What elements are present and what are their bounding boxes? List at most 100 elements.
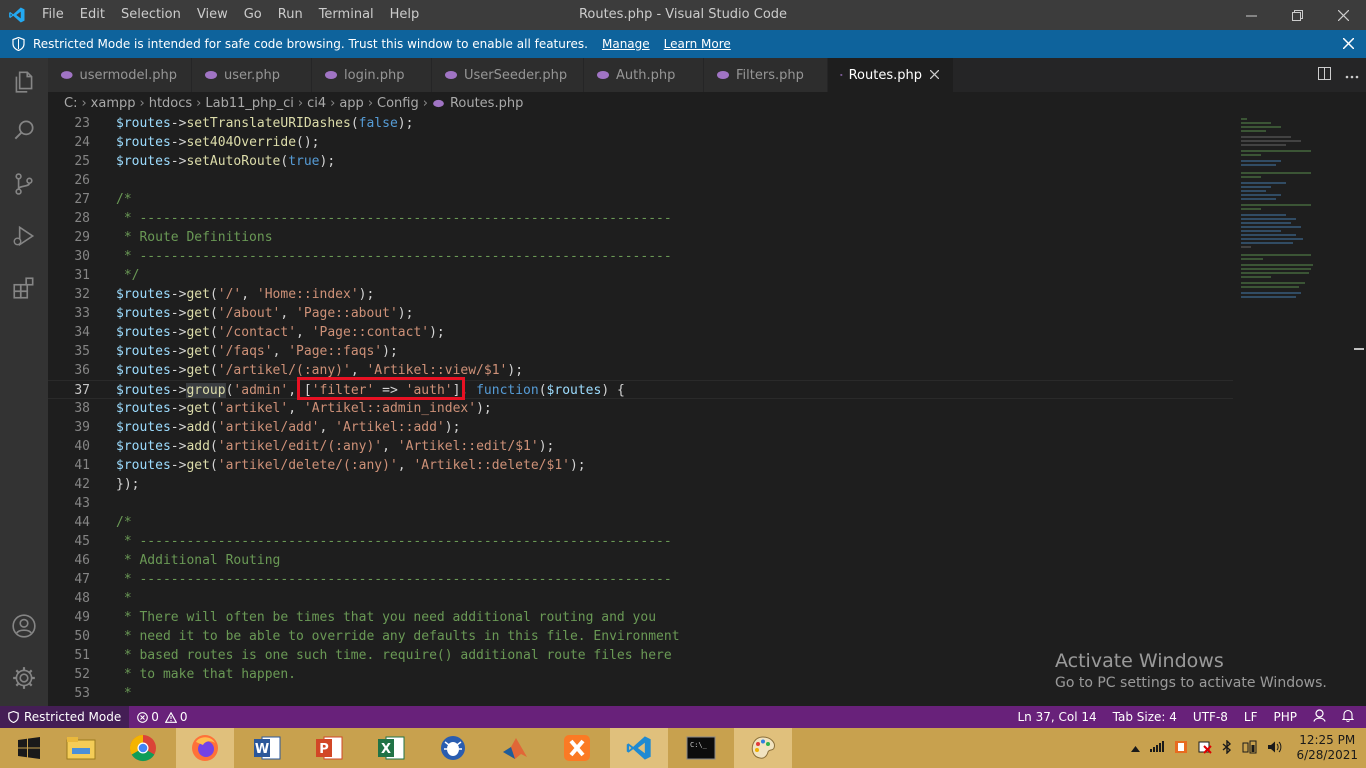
code-line-current[interactable]: 37 $routes->group('admin', ['filter' => '… — [48, 380, 1233, 399]
cursor-position[interactable]: Ln 37, Col 14 — [1018, 710, 1097, 724]
problems-status[interactable]: 0 0 — [137, 710, 188, 724]
code-line[interactable]: 34 $routes->get('/contact', 'Page::contac… — [48, 323, 1233, 342]
code-line[interactable]: 24 $routes->set404Override(); — [48, 133, 1233, 152]
encoding[interactable]: UTF-8 — [1193, 710, 1228, 724]
code-line[interactable]: 43 — [48, 494, 1233, 513]
code-line[interactable]: 29 * Route Definitions — [48, 228, 1233, 247]
manage-link[interactable]: Manage — [602, 37, 650, 51]
vertical-scrollbar[interactable] — [1352, 114, 1366, 706]
tab-userseeder[interactable]: UserSeeder.php — [432, 58, 584, 92]
search-button[interactable] — [0, 106, 48, 154]
code-line[interactable]: 26 — [48, 171, 1233, 190]
source-control-button[interactable] — [0, 160, 48, 208]
code-line[interactable]: 46 * Additional Routing — [48, 551, 1233, 570]
end-of-line[interactable]: LF — [1244, 710, 1258, 724]
explorer-button[interactable] — [0, 58, 48, 106]
code-line[interactable]: 48 * — [48, 589, 1233, 608]
clock[interactable]: 12:25 PM 6/28/2021 — [1296, 733, 1358, 763]
notifications-button[interactable] — [1341, 709, 1355, 725]
menu-run[interactable]: Run — [270, 0, 311, 30]
word-button[interactable]: W — [238, 728, 296, 768]
code-line[interactable]: 38 $routes->get('artikel', 'Artikel::admi… — [48, 399, 1233, 418]
firefox-button[interactable] — [176, 728, 234, 768]
code-line[interactable]: 40 $routes->add('artikel/edit/(:any)', 'A… — [48, 437, 1233, 456]
breadcrumb-item[interactable]: app — [339, 96, 363, 111]
menu-terminal[interactable]: Terminal — [311, 0, 382, 30]
excel-button[interactable]: X — [362, 728, 420, 768]
code-line[interactable]: 39 $routes->add('artikel/add', 'Artikel::… — [48, 418, 1233, 437]
menu-view[interactable]: View — [189, 0, 236, 30]
tab-user[interactable]: user.php — [192, 58, 312, 92]
breadcrumb-item[interactable]: Config — [377, 96, 419, 111]
tab-size[interactable]: Tab Size: 4 — [1113, 710, 1177, 724]
more-actions-button[interactable] — [1338, 67, 1366, 83]
no-connection-icon[interactable] — [1198, 740, 1213, 757]
language-mode[interactable]: PHP — [1274, 710, 1298, 724]
code-line[interactable]: 35 $routes->get('/faqs', 'Page::faqs'); — [48, 342, 1233, 361]
code-line[interactable]: 25 $routes->setAutoRoute(true); — [48, 152, 1233, 171]
breadcrumb-item[interactable]: htdocs — [149, 96, 192, 111]
extensions-button[interactable] — [0, 264, 48, 312]
code-line[interactable]: 23 $routes->setTranslateURIDashes(false); — [48, 114, 1233, 133]
breadcrumb-item[interactable]: Lab11_php_ci — [205, 96, 294, 111]
tab-auth[interactable]: Auth.php — [584, 58, 704, 92]
cmd-button[interactable]: C:\_ — [672, 728, 730, 768]
code-line[interactable]: 50 * need it to be able to override any … — [48, 627, 1233, 646]
menu-go[interactable]: Go — [236, 0, 270, 30]
code-line[interactable]: 27 /* — [48, 190, 1233, 209]
code-line[interactable]: 42}); — [48, 475, 1233, 494]
vscode-button[interactable] — [610, 728, 668, 768]
breadcrumb-item[interactable]: C: — [64, 96, 77, 111]
tab-usermodel[interactable]: usermodel.php — [48, 58, 192, 92]
chrome-button[interactable] — [114, 728, 172, 768]
breadcrumb-item[interactable]: xampp — [91, 96, 136, 111]
manage-button[interactable] — [0, 654, 48, 702]
code-line[interactable]: 36 $routes->get('/artikel/(:any)', 'Artik… — [48, 361, 1233, 380]
bluetooth-icon[interactable] — [1222, 738, 1232, 757]
start-button[interactable] — [0, 728, 58, 768]
battery-icon[interactable] — [1242, 740, 1258, 757]
file-explorer-button[interactable] — [52, 728, 110, 768]
breadcrumb-item[interactable]: Routes.php — [450, 96, 523, 111]
code-line[interactable]: 49 * There will often be times that you … — [48, 608, 1233, 627]
accounts-button[interactable] — [0, 602, 48, 650]
tab-routes[interactable]: Routes.php — [828, 58, 954, 92]
learn-more-link[interactable]: Learn More — [664, 37, 731, 51]
feedback-button[interactable] — [1313, 709, 1326, 725]
close-window-button[interactable] — [1320, 0, 1366, 30]
menu-selection[interactable]: Selection — [113, 0, 189, 30]
banner-close-button[interactable] — [1342, 35, 1355, 53]
minimize-button[interactable] — [1228, 0, 1274, 30]
volume-icon[interactable] — [1268, 741, 1282, 756]
debugger-app-button[interactable] — [424, 728, 482, 768]
code-line[interactable]: 28 * -----------------------------------… — [48, 209, 1233, 228]
split-editor-button[interactable] — [1310, 66, 1338, 84]
office-tray-icon[interactable] — [1174, 740, 1188, 757]
restricted-mode-status[interactable]: Restricted Mode — [0, 706, 130, 728]
menu-edit[interactable]: Edit — [72, 0, 113, 30]
code-line[interactable]: 44 /* — [48, 513, 1233, 532]
matlab-button[interactable] — [486, 728, 544, 768]
breadcrumb-item[interactable]: ci4 — [307, 96, 326, 111]
show-hidden-icons-button[interactable] — [1131, 741, 1141, 755]
restore-button[interactable] — [1274, 0, 1320, 30]
code-line[interactable]: 45 * -----------------------------------… — [48, 532, 1233, 551]
code-line[interactable]: 41 $routes->get('artikel/delete/(:any)', … — [48, 456, 1233, 475]
code-editor[interactable]: 23 $routes->setTranslateURIDashes(false);… — [48, 114, 1366, 706]
run-debug-button[interactable] — [0, 212, 48, 260]
powerpoint-button[interactable]: P — [300, 728, 358, 768]
tab-close-button[interactable] — [929, 68, 940, 83]
minimap[interactable] — [1233, 114, 1353, 706]
xampp-button[interactable] — [548, 728, 606, 768]
menu-help[interactable]: Help — [382, 0, 428, 30]
code-line[interactable]: 33 $routes->get('/about', 'Page::about'); — [48, 304, 1233, 323]
menu-file[interactable]: File — [34, 0, 72, 30]
tab-login[interactable]: login.php — [312, 58, 432, 92]
code-line[interactable]: 47 * -----------------------------------… — [48, 570, 1233, 589]
paint-button[interactable] — [734, 728, 792, 768]
code-line[interactable]: 32 $routes->get('/', 'Home::index'); — [48, 285, 1233, 304]
code-line[interactable]: 31 */ — [48, 266, 1233, 285]
tab-filters[interactable]: Filters.php — [704, 58, 828, 92]
vscode-logo-icon[interactable] — [0, 0, 34, 30]
network-signal-icon[interactable] — [1150, 741, 1165, 755]
